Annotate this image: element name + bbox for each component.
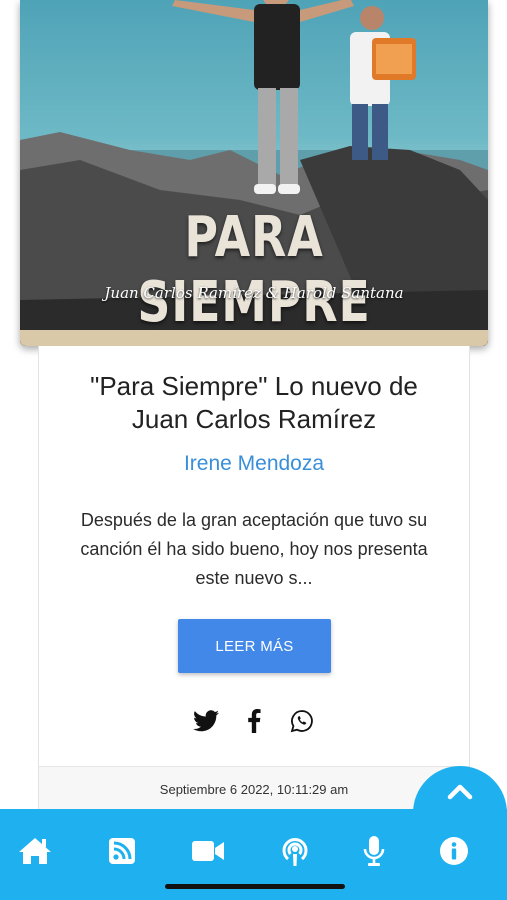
whatsapp-icon[interactable] [289,708,315,734]
article-title[interactable]: "Para Siempre" Lo nuevo de Juan Carlos R… [39,370,469,436]
article-card: "Para Siempre" Lo nuevo de Juan Carlos R… [38,346,470,816]
video-icon[interactable] [190,833,226,869]
microphone-icon[interactable] [356,833,392,869]
chevron-up-icon [447,782,473,805]
cover-title: PARA SIEMPRE [137,205,371,335]
podcast-icon[interactable] [277,833,313,869]
home-indicator[interactable] [165,884,345,889]
home-icon[interactable] [17,833,53,869]
share-bar [39,708,469,734]
article-author[interactable]: Irene Mendoza [39,452,469,476]
article-cover-image[interactable]: PARA SIEMPRE Juan Carlos Ramírez & Harol… [20,0,488,346]
facebook-icon[interactable] [241,708,267,734]
rss-icon[interactable] [104,833,140,869]
cover-subtitle: Juan Carlos Ramírez & Harold Santana [104,284,404,302]
article-date: Septiembre 6 2022, 10:11:29 am [159,782,349,797]
read-more-button[interactable]: LEER MÁS [178,619,331,673]
twitter-icon[interactable] [193,708,219,734]
page: PARA SIEMPRE Juan Carlos Ramírez & Harol… [0,0,507,900]
info-icon[interactable] [436,833,472,869]
article-excerpt: Después de la gran aceptación que tuvo s… [80,510,428,588]
